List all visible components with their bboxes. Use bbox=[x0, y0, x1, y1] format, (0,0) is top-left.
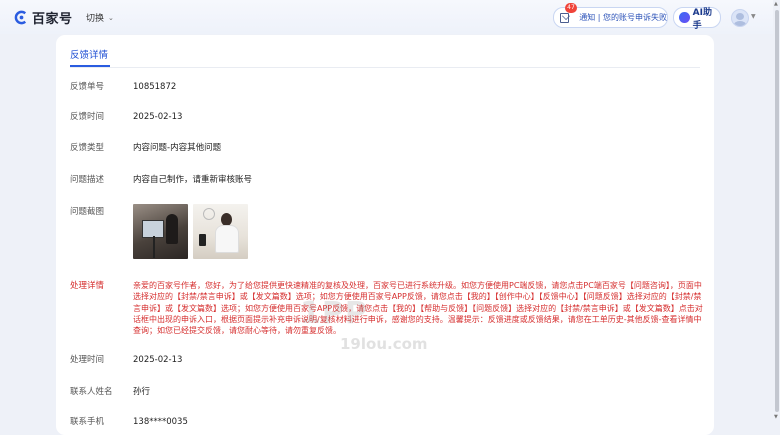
field-value: 10851872 bbox=[133, 82, 177, 92]
switch-account-dropdown[interactable]: 切换 ⌄ bbox=[86, 11, 114, 25]
notification-badge: 47 bbox=[565, 3, 577, 13]
mail-icon bbox=[560, 12, 570, 23]
avatar[interactable] bbox=[731, 9, 749, 27]
ai-assistant-label: AI助手 bbox=[692, 7, 712, 31]
notification-text: 通知 | 您的账号申诉失败 bbox=[579, 13, 667, 22]
thumb-stand bbox=[153, 236, 155, 258]
field-label: 问题截图 bbox=[70, 207, 105, 217]
field-label: 处理时间 bbox=[70, 355, 105, 365]
notification-button[interactable]: 47 通知 | 您的账号申诉失败 bbox=[553, 3, 668, 28]
field-label: 联系手机 bbox=[70, 417, 105, 427]
field-value: 2025-02-13 bbox=[133, 112, 183, 122]
tab-feedback-detail[interactable]: 反馈详情 bbox=[70, 47, 108, 61]
thumb-body bbox=[215, 225, 239, 253]
feedback-detail-card: 反馈详情 反馈单号 10851872 反馈时间 2025-02-13 反馈类型 … bbox=[56, 35, 714, 435]
baijiahao-logo-icon bbox=[14, 10, 27, 25]
scroll-up-arrow-icon[interactable]: ▲ bbox=[774, 1, 778, 7]
scroll-down-arrow-icon[interactable]: ▼ bbox=[774, 414, 778, 420]
tab-divider bbox=[70, 67, 700, 68]
field-value: 内容自己制作，请重新审核账号 bbox=[133, 175, 253, 185]
avatar-chevron-icon[interactable]: ▼ bbox=[751, 13, 756, 20]
screenshot-thumbnail[interactable] bbox=[193, 204, 248, 259]
thumb-light bbox=[203, 208, 215, 220]
logo-text: 百家号 bbox=[32, 12, 73, 27]
top-bar: 百家号 切换 ⌄ 47 通知 | 您的账号申诉失败 AI助手 ▼ bbox=[0, 0, 780, 34]
field-value: 内容问题-内容其他问题 bbox=[133, 143, 222, 153]
chevron-down-icon: ⌄ bbox=[108, 13, 114, 22]
scrollbar-thumb[interactable] bbox=[775, 10, 779, 412]
screenshot-thumbnails bbox=[133, 204, 253, 259]
field-value: 138****0035 bbox=[133, 417, 188, 427]
field-label: 联系人姓名 bbox=[70, 387, 113, 397]
field-label: 反馈类型 bbox=[70, 143, 105, 153]
thumb-phone bbox=[199, 234, 206, 246]
ai-assistant-button[interactable]: AI助手 bbox=[673, 7, 721, 31]
field-label: 问题描述 bbox=[70, 175, 105, 185]
screenshot-thumbnail[interactable] bbox=[133, 204, 188, 259]
field-value: 亲爱的百家号作者，您好，为了给您提供更快速精准的复核及处理，百家号已进行系统升级… bbox=[133, 281, 703, 336]
thumb-person bbox=[166, 214, 178, 244]
switch-label: 切换 bbox=[86, 14, 105, 24]
ai-assistant-icon bbox=[679, 12, 690, 23]
field-label: 反馈单号 bbox=[70, 82, 105, 92]
field-label: 反馈时间 bbox=[70, 112, 105, 122]
field-label: 处理详情 bbox=[70, 281, 105, 291]
baijiahao-logo[interactable]: 百家号 bbox=[14, 8, 73, 27]
field-value: 孙行 bbox=[133, 387, 151, 397]
field-value: 2025-02-13 bbox=[133, 355, 183, 365]
